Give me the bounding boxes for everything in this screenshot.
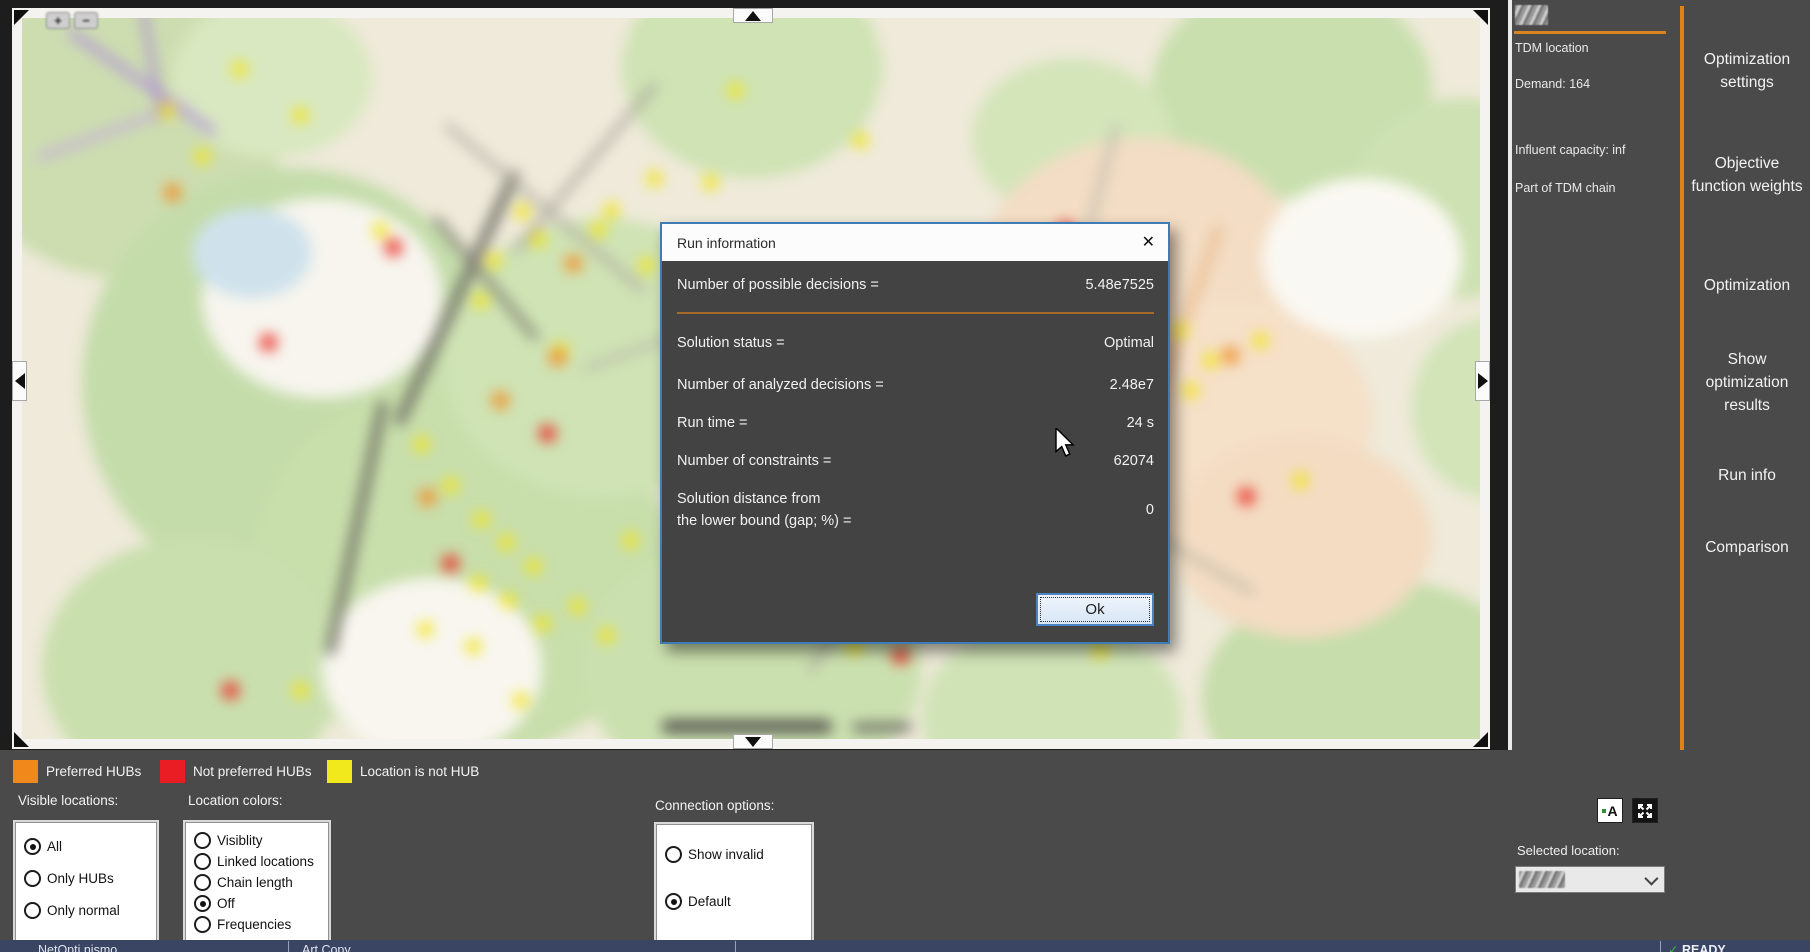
map-zoom-in-button[interactable]: + [46, 12, 70, 29]
expand-icon [1636, 802, 1654, 820]
map-resize-handle-topleft[interactable] [14, 10, 29, 25]
app-root: + − TDM location Demand: 164 Influent ca… [0, 0, 1810, 952]
radio-off[interactable]: Off [185, 895, 329, 912]
radio-selected-icon [194, 895, 211, 912]
radio-icon [194, 916, 211, 933]
visible-locations-label: Visible locations: [18, 793, 118, 808]
stat-constraints: Number of constraints = 62074 [677, 450, 1154, 472]
radio-only-normal[interactable]: Only normal [15, 902, 157, 919]
arrow-down-icon [745, 737, 761, 747]
selected-location-label: Selected location: [1517, 843, 1620, 858]
selected-location-dropdown[interactable] [1515, 866, 1665, 893]
nav-objective-function-weights[interactable]: Objective function weights [1684, 152, 1810, 198]
map-resize-handle-bottomright[interactable] [1473, 732, 1488, 747]
run-information-dialog: Run information ✕ Number of possible dec… [660, 222, 1170, 644]
map-pan-right-button[interactable] [1475, 361, 1490, 401]
map-pan-down-button[interactable] [733, 734, 773, 749]
connection-options-group: Show invalid Default [654, 822, 814, 952]
radio-icon [194, 853, 211, 870]
nav-show-optimization-results[interactable]: Show optimization results [1684, 348, 1810, 417]
selected-location-value-redacted [1519, 871, 1565, 888]
legend-item-not-preferred: Not preferred HUBs [160, 760, 312, 783]
radio-selected-icon [24, 838, 41, 855]
radio-only-hubs[interactable]: Only HUBs [15, 870, 157, 887]
radio-icon [24, 870, 41, 887]
mouse-cursor [1055, 428, 1077, 458]
radio-chain-length[interactable]: Chain length [185, 874, 329, 891]
stat-possible-decisions: Number of possible decisions = 5.48e7525 [677, 274, 1154, 296]
status-bar: NetOpti nismo Art Copy ✓ READY [0, 940, 1810, 952]
nav-comparison[interactable]: Comparison [1684, 536, 1810, 559]
stat-solution-status: Solution status = Optimal [677, 332, 1154, 354]
radio-linked-locations[interactable]: Linked locations [185, 853, 329, 870]
show-labels-button[interactable]: A [1597, 798, 1623, 823]
radio-icon [665, 846, 682, 863]
location-colors-label: Location colors: [188, 793, 283, 808]
fullscreen-button[interactable] [1632, 798, 1658, 823]
status-ready: ✓ READY [1668, 942, 1726, 952]
arrow-right-icon [1478, 373, 1488, 389]
stat-analyzed-decisions: Number of analyzed decisions = 2.48e7 [677, 374, 1154, 396]
map-resize-handle-bottomleft[interactable] [14, 732, 29, 747]
green-dot-icon [1602, 809, 1606, 813]
connection-options-label: Connection options: [655, 798, 774, 813]
ready-label: READY [1682, 943, 1726, 952]
arrow-up-icon [745, 11, 761, 21]
location-name-redacted [1515, 5, 1548, 25]
map-pan-up-button[interactable] [733, 8, 773, 23]
radio-frequencies[interactable]: Frequencies [185, 916, 329, 933]
status-divider [288, 941, 289, 952]
info-line-type: TDM location [1515, 41, 1589, 55]
dialog-body: Number of possible decisions = 5.48e7525… [662, 261, 1168, 642]
dialog-titlebar[interactable]: Run information ✕ [662, 224, 1168, 261]
radio-icon [194, 832, 211, 849]
status-divider [1660, 941, 1661, 952]
radio-icon [24, 902, 41, 919]
visible-locations-group: All Only HUBs Only normal [13, 820, 159, 949]
radio-visiblity[interactable]: Visiblity [185, 832, 329, 849]
info-line-capacity: Influent capacity: inf [1515, 143, 1625, 157]
stat-gap: Solution distance from the lower bound (… [677, 488, 1154, 532]
status-divider [735, 941, 736, 952]
arrow-left-icon [15, 373, 25, 389]
legend-swatch-yellow [327, 760, 352, 783]
radio-show-invalid[interactable]: Show invalid [656, 846, 812, 863]
status-item-mode: Art Copy [302, 942, 351, 952]
nav-optimization-settings[interactable]: Optimization settings [1684, 48, 1810, 94]
info-line-demand: Demand: 164 [1515, 77, 1590, 91]
map-resize-handle-topright[interactable] [1473, 10, 1488, 25]
legend-swatch-orange [13, 760, 38, 783]
dialog-title: Run information [677, 235, 776, 251]
check-icon: ✓ [1668, 943, 1678, 952]
radio-default[interactable]: Default [656, 893, 812, 910]
radio-selected-icon [665, 893, 682, 910]
nav-optimization[interactable]: Optimization [1684, 274, 1810, 297]
dialog-divider [677, 312, 1154, 314]
map-zoom-out-button[interactable]: − [74, 12, 98, 29]
nav-run-info[interactable]: Run info [1684, 464, 1810, 487]
stat-run-time: Run time = 24 s [677, 412, 1154, 434]
info-line-chain: Part of TDM chain [1515, 181, 1616, 195]
chevron-down-icon [1644, 871, 1658, 885]
radio-all[interactable]: All [15, 838, 157, 855]
legend-item-not-hub: Location is not HUB [327, 760, 479, 783]
ok-button[interactable]: Ok [1036, 593, 1154, 626]
legend-swatch-red [160, 760, 185, 783]
legend-item-preferred: Preferred HUBs [13, 760, 141, 783]
status-item-app: NetOpti nismo [38, 942, 117, 952]
close-icon[interactable]: ✕ [1142, 235, 1155, 251]
info-divider [1514, 31, 1666, 34]
location-colors-group: Visiblity Linked locations Chain length … [183, 820, 331, 943]
letter-a-icon: A [1607, 803, 1617, 819]
radio-icon [194, 874, 211, 891]
map-pan-left-button[interactable] [12, 361, 27, 401]
